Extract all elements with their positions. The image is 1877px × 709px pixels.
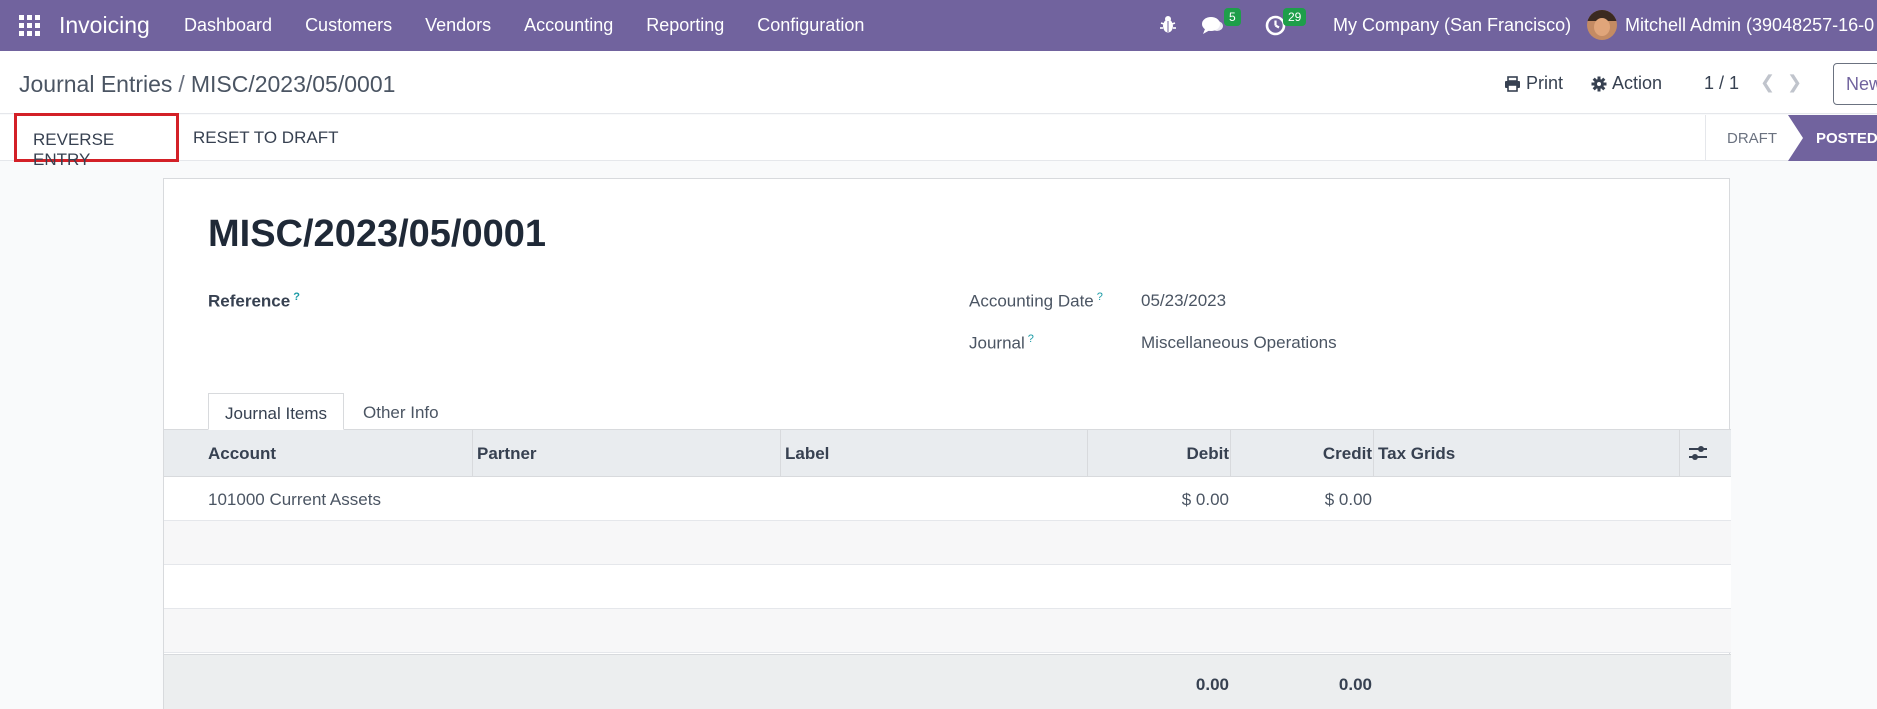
help-mark[interactable]: ?: [293, 291, 300, 303]
gear-icon: [1591, 76, 1607, 91]
column-account[interactable]: Account: [208, 444, 276, 464]
print-button[interactable]: Print: [1504, 73, 1563, 94]
print-label: Print: [1526, 73, 1564, 93]
menu-customers[interactable]: Customers: [305, 15, 392, 36]
pager-value[interactable]: 1 / 1: [1704, 73, 1739, 94]
menu-configuration[interactable]: Configuration: [757, 15, 864, 36]
menu-accounting[interactable]: Accounting: [524, 15, 613, 36]
company-switcher[interactable]: My Company (San Francisco): [1333, 15, 1571, 36]
table-row[interactable]: 101000 Current Assets $ 0.00 $ 0.00: [164, 477, 1731, 521]
optional-columns-settings-icon[interactable]: [1687, 443, 1709, 463]
top-navbar: Invoicing Dashboard Customers Vendors Ac…: [0, 0, 1877, 51]
chevron-left-icon[interactable]: ❮: [1760, 72, 1775, 93]
print-icon: [1505, 75, 1520, 92]
column-debit[interactable]: Debit: [1187, 444, 1230, 464]
debug-bug-icon[interactable]: [1159, 14, 1177, 34]
apps-grid-icon[interactable]: [19, 15, 40, 36]
messages-icon[interactable]: [1201, 15, 1225, 36]
stage-posted[interactable]: POSTED: [1788, 115, 1877, 161]
column-tax-grids[interactable]: Tax Grids: [1378, 444, 1455, 464]
notebook-tabs: Journal Items Other Info: [164, 385, 1731, 430]
journal-value[interactable]: Miscellaneous Operations: [1141, 333, 1337, 353]
total-debit: 0.00: [1195, 675, 1229, 694]
form-sheet: MISC/2023/05/0001 Reference? Accounting …: [163, 178, 1731, 709]
user-avatar[interactable]: [1587, 10, 1617, 40]
journal-items-totals: 0.00 0.00: [164, 654, 1731, 709]
breadcrumb-current: MISC/2023/05/0001: [190, 71, 396, 97]
app-name[interactable]: Invoicing: [59, 12, 150, 39]
action-label: Action: [1612, 73, 1663, 93]
chevron-right-icon[interactable]: ❯: [1787, 72, 1802, 93]
breadcrumb: Journal Entries / MISC/2023/05/0001: [19, 71, 395, 98]
accounting-date-label: Accounting Date?: [969, 291, 1103, 311]
reverse-entry-button[interactable]: REVERSE ENTRY: [14, 113, 179, 169]
stage-draft[interactable]: DRAFT: [1705, 115, 1789, 161]
new-button[interactable]: New: [1833, 63, 1877, 105]
help-mark[interactable]: ?: [1097, 291, 1103, 303]
status-bar: REVERSE ENTRY RESET TO DRAFT DRAFT POSTE…: [0, 113, 1877, 169]
column-credit[interactable]: Credit: [1323, 444, 1372, 464]
breadcrumb-parent[interactable]: Journal Entries: [19, 71, 172, 97]
journal-label: Journal?: [969, 333, 1034, 353]
user-menu[interactable]: Mitchell Admin (39048257-16-0: [1625, 15, 1874, 36]
menu-vendors[interactable]: Vendors: [425, 15, 491, 36]
activities-count-badge: 29: [1283, 8, 1307, 26]
control-panel: Journal Entries / MISC/2023/05/0001 Print …: [0, 51, 1877, 114]
cell-account[interactable]: 101000 Current Assets: [208, 490, 381, 510]
cell-debit[interactable]: $ 0.00: [1182, 490, 1229, 510]
accounting-date-value[interactable]: 05/23/2023: [1141, 291, 1226, 311]
column-partner[interactable]: Partner: [477, 444, 537, 464]
column-label[interactable]: Label: [785, 444, 829, 464]
reference-label: Reference?: [208, 291, 300, 311]
journal-items-header: Account Partner Label Debit Credit Tax G…: [164, 430, 1731, 477]
menu-reporting[interactable]: Reporting: [646, 15, 724, 36]
cell-credit[interactable]: $ 0.00: [1325, 490, 1372, 510]
messages-count-badge: 5: [1224, 8, 1241, 26]
breadcrumb-separator: /: [178, 71, 185, 97]
total-credit: 0.00: [1338, 675, 1372, 694]
tab-other-info[interactable]: Other Info: [347, 393, 455, 430]
main-menu: Dashboard Customers Vendors Accounting R…: [184, 15, 897, 36]
tab-journal-items[interactable]: Journal Items: [208, 393, 345, 430]
reset-to-draft-button[interactable]: RESET TO DRAFT: [193, 128, 338, 148]
menu-dashboard[interactable]: Dashboard: [184, 15, 272, 36]
help-mark[interactable]: ?: [1028, 333, 1034, 345]
empty-row: [164, 521, 1731, 565]
action-button[interactable]: Action: [1591, 73, 1662, 94]
empty-row: [164, 565, 1731, 609]
record-title: MISC/2023/05/0001: [208, 213, 547, 255]
empty-row: [164, 609, 1731, 653]
